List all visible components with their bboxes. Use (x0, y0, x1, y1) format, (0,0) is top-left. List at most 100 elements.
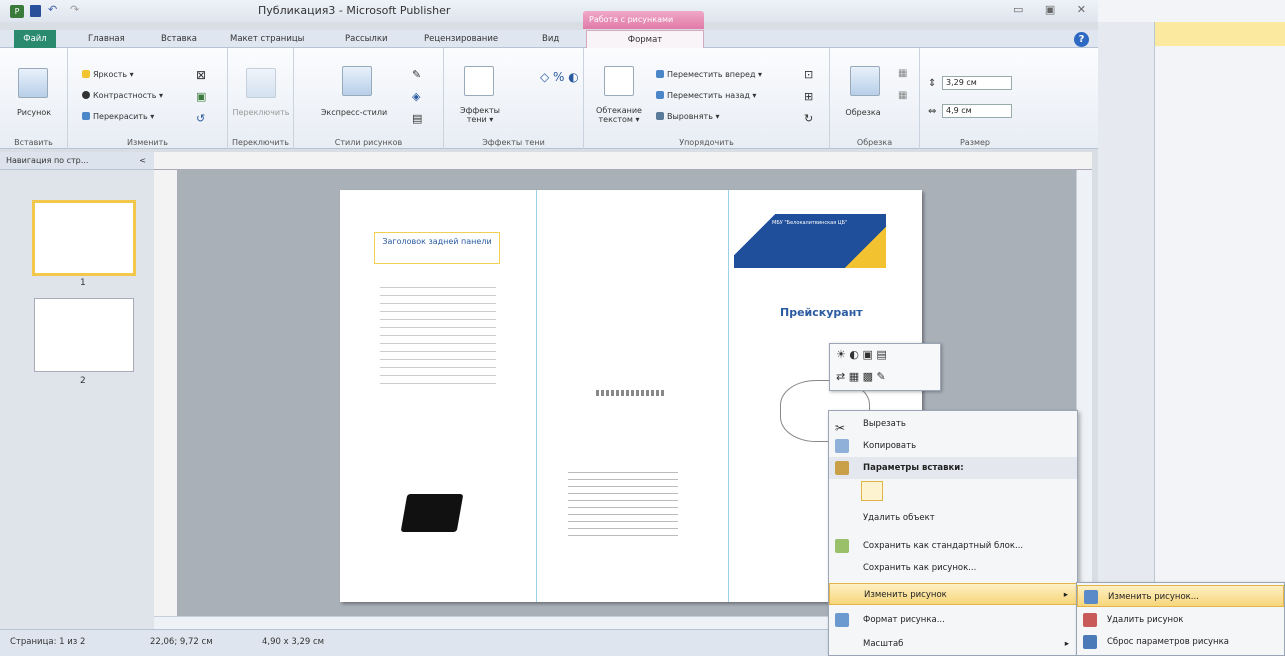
help-icon[interactable]: ? (1074, 32, 1089, 47)
column-guide-2 (728, 190, 729, 602)
submenu-arrow-icon: ▸ (1063, 590, 1068, 600)
submenu-item-remove-picture[interactable]: Удалить рисунок (1077, 609, 1284, 631)
undo-icon[interactable]: ↶ (48, 3, 57, 16)
group-shadow-effects: Эффекты тени ▾ ◇ % ◐ Эффекты тени (444, 48, 584, 149)
submenu-item-change-picture[interactable]: Изменить рисунок... (1077, 585, 1284, 607)
brightness-button[interactable]: Яркость ▾ (82, 70, 134, 79)
back-panel-heading[interactable]: Заголовок задней панели (374, 232, 500, 264)
tab-format[interactable]: Формат (586, 30, 704, 48)
building-block-icon (835, 539, 849, 553)
body-text-block (380, 280, 496, 390)
reset-picture-icon[interactable]: ↺ (196, 112, 205, 125)
insert-picture-button[interactable]: Рисунок (4, 108, 64, 117)
menu-item-zoom[interactable]: Масштаб ▸ (829, 633, 1077, 655)
picture-icon[interactable] (18, 68, 48, 98)
tab-view[interactable]: Вид (538, 30, 563, 48)
height-icon: ⇕ (928, 78, 937, 89)
page-thumbnail-1[interactable] (32, 200, 136, 276)
background-window-sidebar (1098, 22, 1155, 656)
horizontal-ruler (154, 152, 1092, 170)
tab-insert[interactable]: Вставка (157, 30, 201, 48)
menu-item-change-picture[interactable]: Изменить рисунок ▸ (829, 583, 1077, 605)
menu-item-delete-object[interactable]: Удалить объект (829, 507, 1077, 529)
group-effects-label: Эффекты тени (482, 138, 545, 147)
vertical-scrollbar[interactable] (1076, 170, 1092, 616)
group-crop: Обрезка ▦ ▦ Обрезка (830, 48, 920, 149)
scissors-icon: ✂ (835, 421, 846, 435)
width-field[interactable]: 4,9 см (942, 104, 1012, 118)
menu-item-save-building-block[interactable]: Сохранить как стандартный блок... (829, 535, 1077, 557)
swap-button[interactable]: Переключить (230, 108, 292, 117)
paste-keep-format-button[interactable] (861, 481, 883, 501)
window-title: Публикация3 - Microsoft Publisher (258, 4, 451, 17)
group-size-label: Размер (959, 138, 990, 147)
mini-toolbar: ☀ ◐ ▣ ▤ ⇄ ▦ ▩ ✎ (829, 343, 941, 391)
address-line (596, 390, 666, 396)
contrast-button[interactable]: Контрастность ▾ (82, 91, 163, 100)
group-adjust-label: Изменить (127, 138, 168, 147)
ungroup-icon[interactable]: ⊞ (804, 90, 813, 103)
collapse-nav-icon[interactable]: < (139, 152, 146, 170)
change-picture-icon (1084, 590, 1098, 604)
redo-icon[interactable]: ↷ (70, 3, 79, 16)
wrap-text-button[interactable]: Обтекание текстом ▾ (588, 106, 650, 124)
status-page[interactable]: Страница: 1 из 2 (10, 630, 85, 654)
bring-forward-button[interactable]: Переместить вперед ▾ (656, 70, 762, 79)
recolor-icon (82, 112, 90, 120)
crop-fill-icon[interactable]: ▦ (898, 90, 907, 101)
publisher-app-icon[interactable]: P (10, 5, 24, 18)
vertical-ruler (154, 170, 178, 616)
context-menu: ✂ Вырезать Копировать Параметры вставки: … (828, 410, 1078, 656)
title-bar (0, 0, 1098, 22)
mini-toolbar-row2-icons[interactable]: ⇄ ▦ ▩ ✎ (836, 370, 886, 383)
tab-file[interactable]: Файл (14, 30, 56, 48)
shadow-effects-icon[interactable] (464, 66, 494, 96)
group-styles-label: Стили рисунков (334, 138, 403, 147)
change-picture-icon[interactable]: ▣ (196, 90, 206, 103)
ribbon-tabs: Файл Главная Вставка Макет страницы Расс… (0, 30, 1098, 48)
crop-button[interactable]: Обрезка (838, 108, 888, 117)
menu-item-cut[interactable]: ✂ Вырезать (829, 413, 1077, 435)
align-button[interactable]: Выровнять ▾ (656, 112, 719, 121)
group-objects-icon[interactable]: ⊡ (804, 68, 813, 81)
height-field[interactable]: 3,29 см (942, 76, 1012, 90)
change-picture-submenu: Изменить рисунок... Удалить рисунок Сбро… (1076, 582, 1285, 656)
picture-shape-icon[interactable]: ◈ (412, 90, 420, 103)
align-icon (656, 112, 664, 120)
page-thumbnail-2[interactable] (34, 298, 134, 372)
compress-icon[interactable]: ⊠ (196, 68, 206, 82)
quick-styles-icon[interactable] (342, 66, 372, 96)
picture-border-icon[interactable]: ✎ (412, 68, 421, 81)
org-banner[interactable]: МБУ "Белокалитвинская ЦБ" (734, 214, 886, 268)
submenu-item-reset-picture[interactable]: Сброс параметров рисунка (1077, 631, 1284, 653)
menu-item-save-as-picture[interactable]: Сохранить как рисунок... (829, 557, 1077, 579)
price-list-title[interactable]: Прейскурант (780, 306, 863, 319)
tab-review[interactable]: Рецензирование (420, 30, 502, 48)
tab-home[interactable]: Главная (84, 30, 129, 48)
send-backward-button[interactable]: Переместить назад ▾ (656, 91, 756, 100)
rotate-icon[interactable]: ↻ (804, 112, 813, 125)
group-picture-styles: Экспресс-стили ✎ ◈ ▤ Стили рисунков (294, 48, 444, 149)
menu-item-format-picture[interactable]: Формат рисунка... (829, 609, 1077, 631)
remove-picture-icon (1083, 613, 1097, 627)
quick-styles-button[interactable]: Экспресс-стили (304, 108, 404, 117)
menu-item-copy[interactable]: Копировать (829, 435, 1077, 457)
nudge-shadow-icons[interactable]: ◇ % ◐ (540, 70, 579, 84)
window-controls[interactable]: ▭ ▣ ✕ (1013, 3, 1095, 16)
tab-page-layout[interactable]: Макет страницы (226, 30, 308, 48)
group-insert: Рисунок Вставить (0, 48, 68, 149)
recolor-button[interactable]: Перекрасить ▾ (82, 112, 154, 121)
group-size: ⇕ 3,29 см ⇔ 4,9 см Размер (920, 48, 1030, 149)
mini-toolbar-row1-icons[interactable]: ☀ ◐ ▣ ▤ (836, 348, 887, 361)
page-navigation-pane: 1 2 (0, 170, 154, 632)
crop-fit-icon[interactable]: ▦ (898, 68, 907, 79)
tab-mailings[interactable]: Рассылки (341, 30, 391, 48)
shadow-effects-button[interactable]: Эффекты тени ▾ (448, 106, 512, 124)
crop-icon[interactable] (850, 66, 880, 96)
group-crop-label: Обрезка (856, 138, 893, 147)
caption-icon[interactable]: ▤ (412, 112, 422, 125)
brightness-icon (82, 70, 90, 78)
briefcase-image[interactable] (400, 494, 464, 532)
wrap-text-icon[interactable] (604, 66, 634, 96)
save-icon[interactable] (30, 5, 41, 17)
